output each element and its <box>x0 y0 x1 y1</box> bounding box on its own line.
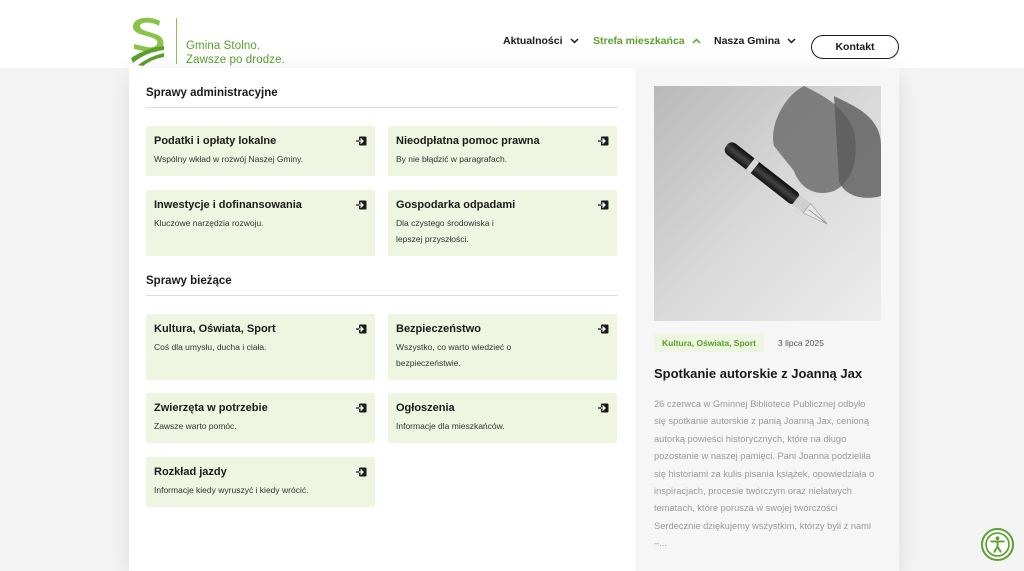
chevron-down-icon <box>569 38 579 44</box>
card-description: Dla czystego środowiska i lepszej przysz… <box>396 218 494 244</box>
card-title: Podatki i opłaty lokalne <box>154 135 277 147</box>
brand-line-2: Zawsze po drodze. <box>186 53 285 66</box>
arrow-right-box-icon <box>356 200 367 210</box>
card-title: Nieodpłatna pomoc prawna <box>396 135 540 147</box>
card-description: By nie błądzić w paragrafach. <box>396 154 508 164</box>
card-description: Informacje dla mieszkańców. <box>396 421 505 431</box>
card-title: Kultura, Oświata, Sport <box>154 323 276 335</box>
card-description: Wszystko, co warto wiedzieć o bezpieczeń… <box>396 342 512 368</box>
chevron-up-icon <box>692 38 701 44</box>
card-title: Gospodarka odpadami <box>396 199 516 211</box>
menu-card-odpady[interactable]: Gospodarka odpadami Dla czystego środowi… <box>388 190 617 256</box>
section-divider <box>146 107 618 108</box>
card-description: Kluczowe narzędzia rozwoju. <box>154 218 264 228</box>
kontakt-button[interactable]: Kontakt <box>811 35 899 59</box>
nav-nasza-label: Nasza Gmina <box>714 35 780 47</box>
logo-icon[interactable] <box>128 16 168 66</box>
arrow-right-box-icon <box>598 200 609 210</box>
brand-tagline: Gmina Stolno. Zawsze po drodze. <box>186 40 285 67</box>
menu-card-pomoc-prawna[interactable]: Nieodpłatna pomoc prawna By nie błądzić … <box>388 126 617 176</box>
card-description: Coś dla umysłu, ducha i ciała. <box>154 342 267 352</box>
section-divider <box>146 295 618 296</box>
arrow-right-box-icon <box>356 467 367 477</box>
card-title: Inwestycje i dofinansowania <box>154 199 302 211</box>
nav-strefa-label: Strefa mieszkańca <box>593 35 685 47</box>
card-description: Wspólny wkład w rozwój Naszej Gminy. <box>154 154 304 164</box>
card-description: Informacje kiedy wyruszyć i kiedy wrócić… <box>154 485 309 495</box>
article-category-badge[interactable]: Kultura, Oświata, Sport <box>654 334 764 352</box>
arrow-right-box-icon <box>598 136 609 146</box>
menu-card-inwestycje[interactable]: Inwestycje i dofinansowania Kluczowe nar… <box>146 190 375 256</box>
card-description: Zawsze warto pomóc. <box>154 421 237 431</box>
section-title-biezace: Sprawy bieżące <box>146 275 232 287</box>
arrow-right-box-icon <box>356 403 367 413</box>
menu-card-ogloszenia[interactable]: Ogłoszenia Informacje dla mieszkańców. <box>388 393 617 443</box>
accessibility-button[interactable] <box>981 528 1014 561</box>
nav-aktualnosci[interactable]: Aktualności <box>503 35 579 47</box>
menu-card-bezpieczenstwo[interactable]: Bezpieczeństwo Wszystko, co warto wiedzi… <box>388 314 617 380</box>
article-title[interactable]: Spotkanie autorskie z Joanną Jax <box>654 366 862 381</box>
arrow-right-box-icon <box>356 136 367 146</box>
arrow-right-box-icon <box>598 324 609 334</box>
section-title-administracyjne: Sprawy administracyjne <box>146 87 278 99</box>
chevron-down-icon <box>787 38 796 44</box>
article-image[interactable] <box>654 86 881 321</box>
menu-card-podatki[interactable]: Podatki i opłaty lokalne Wspólny wkład w… <box>146 126 375 176</box>
arrow-right-box-icon <box>598 403 609 413</box>
logo-divider <box>176 18 177 64</box>
card-title: Zwierzęta w potrzebie <box>154 402 268 414</box>
accessibility-icon <box>985 532 1010 557</box>
article-excerpt: 26 czerwca w Gminnej Bibliotece Publiczn… <box>654 399 875 549</box>
menu-card-zwierzeta[interactable]: Zwierzęta w potrzebie Zawsze warto pomóc… <box>146 393 375 443</box>
nav-aktualnosci-label: Aktualności <box>503 35 563 47</box>
arrow-right-box-icon <box>356 324 367 334</box>
article-date: 3 lipca 2025 <box>778 338 824 348</box>
brand-line-1: Gmina Stolno. <box>186 40 261 52</box>
nav-nasza-gmina[interactable]: Nasza Gmina <box>714 35 796 47</box>
nav-strefa-mieszkanca[interactable]: Strefa mieszkańca <box>593 35 701 47</box>
card-title: Rozkład jazdy <box>154 466 227 478</box>
card-title: Bezpieczeństwo <box>396 323 481 335</box>
card-title: Ogłoszenia <box>396 402 455 414</box>
menu-card-kultura[interactable]: Kultura, Oświata, Sport Coś dla umysłu, … <box>146 314 375 380</box>
menu-card-rozklad-jazdy[interactable]: Rozkład jazdy Informacje kiedy wyruszyć … <box>146 457 375 507</box>
